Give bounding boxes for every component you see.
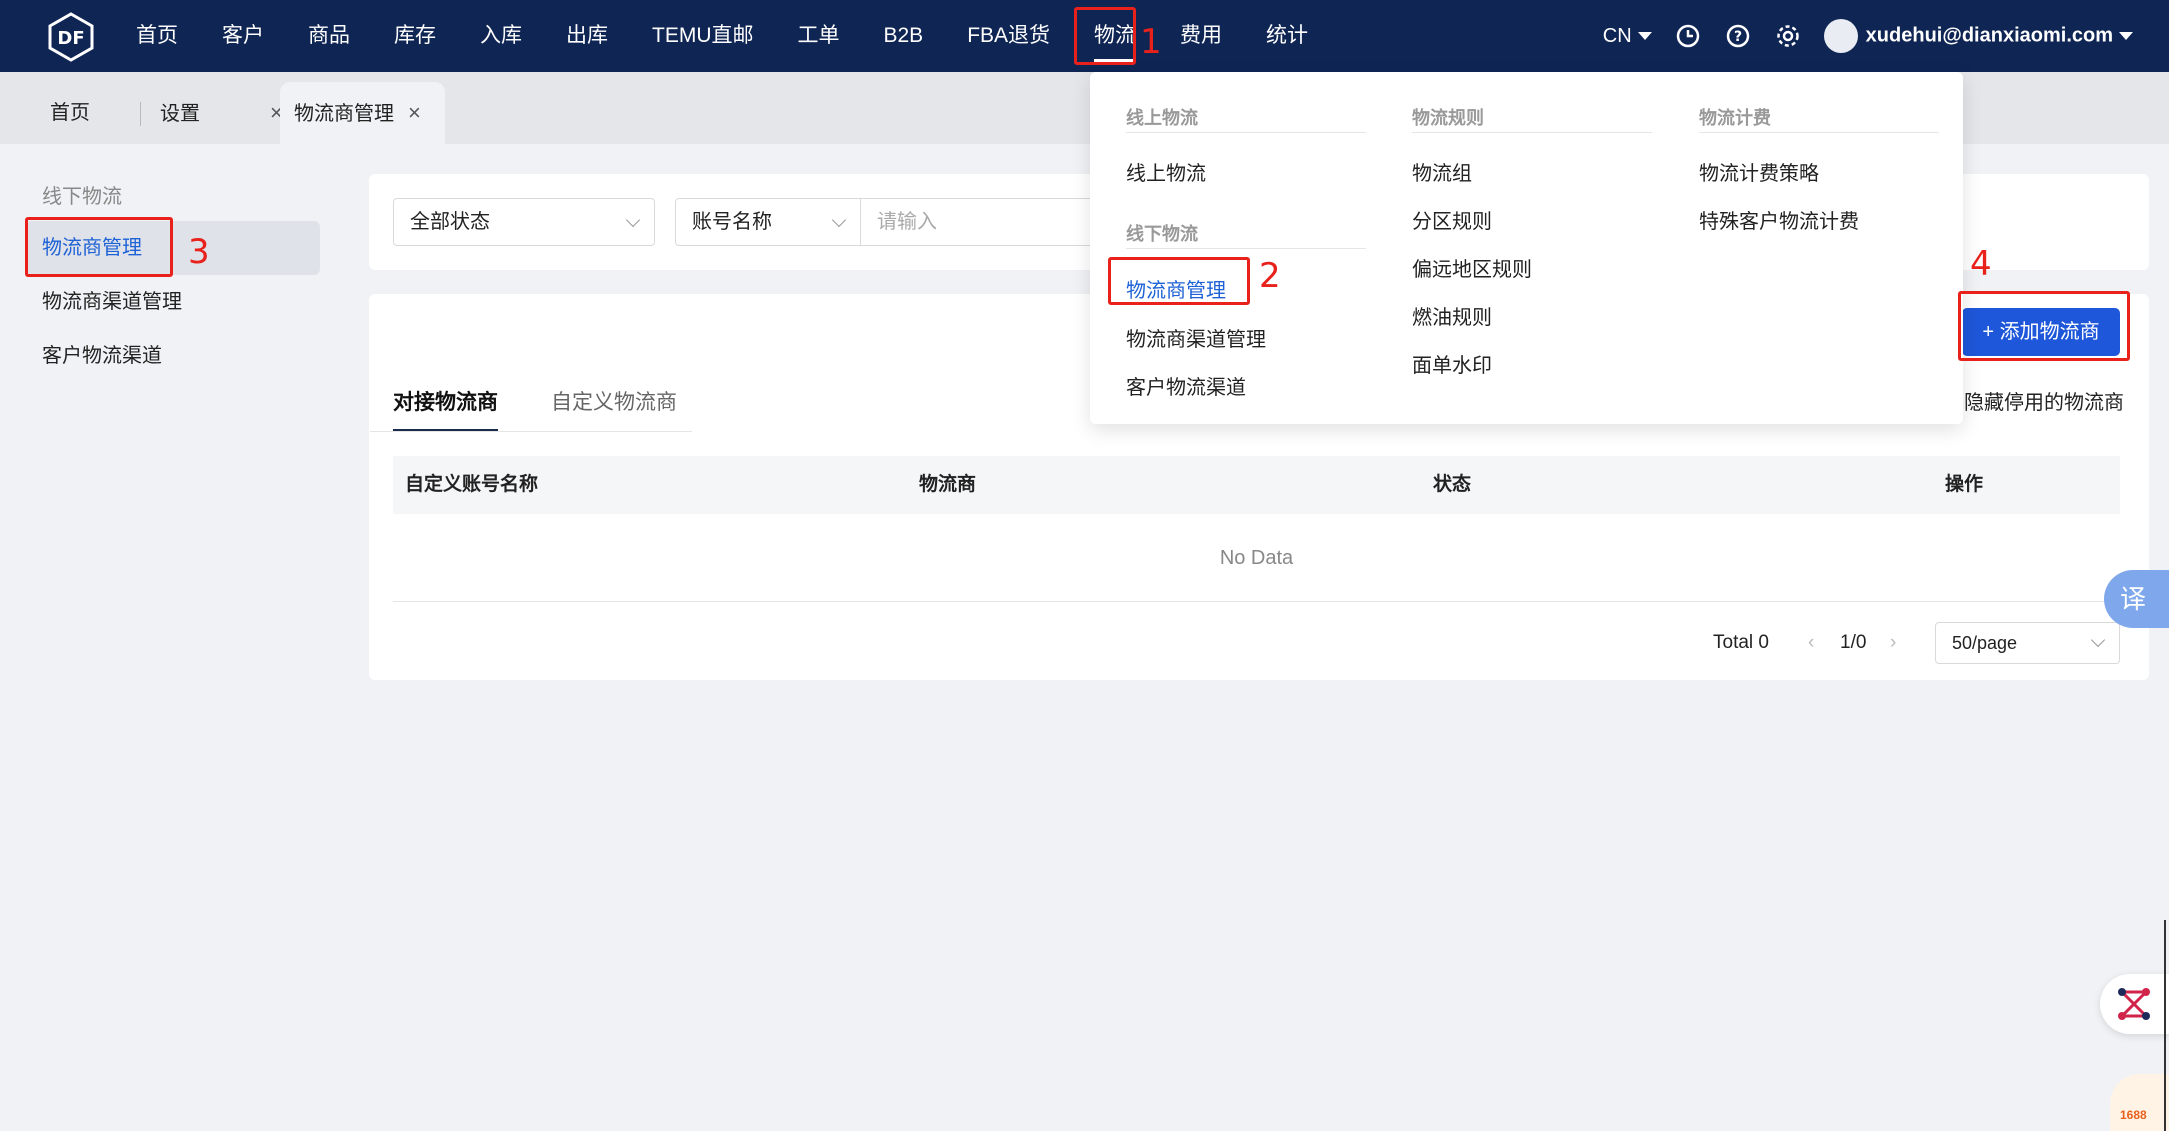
column-header-actions: 操作 bbox=[1945, 474, 1984, 495]
column-header-status: 状态 bbox=[1433, 474, 1472, 495]
tab-underline bbox=[370, 431, 692, 432]
clock-icon[interactable] bbox=[1674, 22, 1702, 50]
hide-disabled-carriers-toggle[interactable]: 隐藏停用的物流商 bbox=[1964, 386, 2124, 415]
caret-down-icon bbox=[1637, 32, 1652, 41]
menu-item-logistics-group[interactable]: 物流组 bbox=[1412, 157, 1472, 186]
empty-table-message: No Data bbox=[393, 514, 2120, 602]
annotation-box-1 bbox=[1074, 7, 1136, 65]
menu-divider bbox=[1126, 248, 1366, 249]
nav-b2b[interactable]: B2B bbox=[862, 0, 946, 72]
svg-text:?: ? bbox=[1734, 29, 1742, 45]
column-header-carrier: 物流商 bbox=[919, 474, 977, 495]
tab-home[interactable]: 首页 bbox=[36, 82, 104, 144]
brand-1688-label: 1688 bbox=[2120, 1108, 2147, 1122]
chevron-down-icon bbox=[831, 212, 847, 228]
annotation-number-3: 3 bbox=[188, 232, 210, 272]
nav-home[interactable]: 首页 bbox=[114, 0, 200, 72]
menu-item-fuel-rules[interactable]: 燃油规则 bbox=[1412, 301, 1492, 330]
chevron-down-icon bbox=[2090, 632, 2106, 648]
logistics-dropdown-menu: 线上物流 线上物流 线下物流 物流商管理 物流商渠道管理 客户物流渠道 物流规则… bbox=[1090, 72, 1963, 424]
field-select[interactable]: 账号名称 bbox=[675, 198, 861, 246]
menu-heading-online-logistics: 线上物流 bbox=[1126, 108, 1198, 128]
menu-item-billing-strategy[interactable]: 物流计费策略 bbox=[1699, 157, 1819, 186]
svg-text:DF: DF bbox=[57, 28, 84, 49]
annotation-number-2: 2 bbox=[1259, 256, 1281, 296]
menu-item-remote-area-rules[interactable]: 偏远地区规则 bbox=[1412, 253, 1532, 282]
menu-item-carrier-channel[interactable]: 物流商渠道管理 bbox=[1126, 323, 1266, 352]
table-header: 自定义账号名称 物流商 状态 操作 bbox=[393, 456, 2120, 514]
close-icon[interactable]: × bbox=[408, 100, 421, 125]
tab-settings[interactable]: 设置 × bbox=[146, 82, 297, 144]
brand-1688-widget[interactable]: 1688 bbox=[2110, 1074, 2169, 1131]
network-icon bbox=[2118, 988, 2150, 1020]
pagination-pages: 1/0 bbox=[1840, 632, 1867, 653]
tab-custom-carriers[interactable]: 自定义物流商 bbox=[551, 386, 677, 432]
column-header-account-name: 自定义账号名称 bbox=[405, 474, 539, 495]
chevron-left-icon[interactable]: ‹ bbox=[1808, 622, 1814, 664]
annotation-box-4 bbox=[1958, 291, 2130, 361]
menu-item-special-customer-billing[interactable]: 特殊客户物流计费 bbox=[1699, 205, 1859, 234]
nav-temu[interactable]: TEMU直邮 bbox=[630, 0, 776, 72]
plugin-widget[interactable] bbox=[2100, 974, 2169, 1034]
annotation-number-1: 1 bbox=[1140, 22, 1162, 62]
menu-heading-logistics-billing: 物流计费 bbox=[1699, 108, 1771, 128]
translate-widget[interactable]: 译 bbox=[2104, 570, 2169, 628]
menu-item-online-logistics[interactable]: 线上物流 bbox=[1126, 157, 1206, 186]
language-select[interactable]: CN bbox=[1603, 25, 1652, 48]
nav-workorder[interactable]: 工单 bbox=[776, 0, 862, 72]
window-edge bbox=[2164, 920, 2166, 1131]
tab-carrier-management[interactable]: 物流商管理 × bbox=[280, 82, 445, 144]
nav-fees[interactable]: 费用 bbox=[1158, 0, 1244, 72]
menu-item-label-watermark[interactable]: 面单水印 bbox=[1412, 349, 1492, 378]
sidebar-item-customer-channel[interactable]: 客户物流渠道 bbox=[26, 329, 320, 383]
nav-customer[interactable]: 客户 bbox=[200, 0, 286, 72]
avatar bbox=[1823, 19, 1858, 53]
sidebar-item-carrier-channel[interactable]: 物流商渠道管理 bbox=[26, 275, 320, 329]
menu-divider bbox=[1699, 132, 1939, 133]
menu-divider bbox=[1126, 132, 1366, 133]
chevron-right-icon[interactable]: › bbox=[1890, 622, 1896, 664]
menu-divider bbox=[1412, 132, 1652, 133]
annotation-box-2 bbox=[1108, 257, 1250, 305]
page-size-select[interactable]: 50/page bbox=[1935, 622, 2120, 664]
gear-icon[interactable] bbox=[1774, 22, 1802, 50]
chevron-down-icon bbox=[625, 212, 641, 228]
nav-outbound[interactable]: 出库 bbox=[544, 0, 630, 72]
nav-products[interactable]: 商品 bbox=[286, 0, 372, 72]
menu-heading-offline-logistics: 线下物流 bbox=[1126, 224, 1198, 244]
menu-item-customer-channel[interactable]: 客户物流渠道 bbox=[1126, 371, 1246, 400]
app-logo[interactable]: DF bbox=[46, 12, 96, 62]
search-input[interactable]: 请输入 bbox=[861, 198, 1101, 246]
top-right-tools: CN ? xudehui@dianxiaomi.com bbox=[1603, 0, 2133, 72]
sidebar-group-title: 线下物流 bbox=[42, 186, 122, 208]
tab-divider bbox=[140, 102, 141, 126]
annotation-number-4: 4 bbox=[1970, 244, 1992, 284]
nav-stats[interactable]: 统计 bbox=[1244, 0, 1330, 72]
menu-item-zone-rules[interactable]: 分区规则 bbox=[1412, 205, 1492, 234]
menu-heading-logistics-rules: 物流规则 bbox=[1412, 108, 1484, 128]
help-icon[interactable]: ? bbox=[1724, 22, 1752, 50]
nav-fba-return[interactable]: FBA退货 bbox=[945, 0, 1072, 72]
caret-down-icon bbox=[2119, 32, 2133, 40]
status-select[interactable]: 全部状态 bbox=[393, 198, 655, 246]
pagination-total: Total 0 bbox=[1713, 632, 1769, 653]
user-menu[interactable]: xudehui@dianxiaomi.com bbox=[1823, 19, 2133, 53]
nav-inventory[interactable]: 库存 bbox=[372, 0, 458, 72]
tab-integrated-carriers[interactable]: 对接物流商 bbox=[393, 386, 498, 432]
annotation-box-3 bbox=[25, 217, 173, 277]
nav-inbound[interactable]: 入库 bbox=[458, 0, 544, 72]
